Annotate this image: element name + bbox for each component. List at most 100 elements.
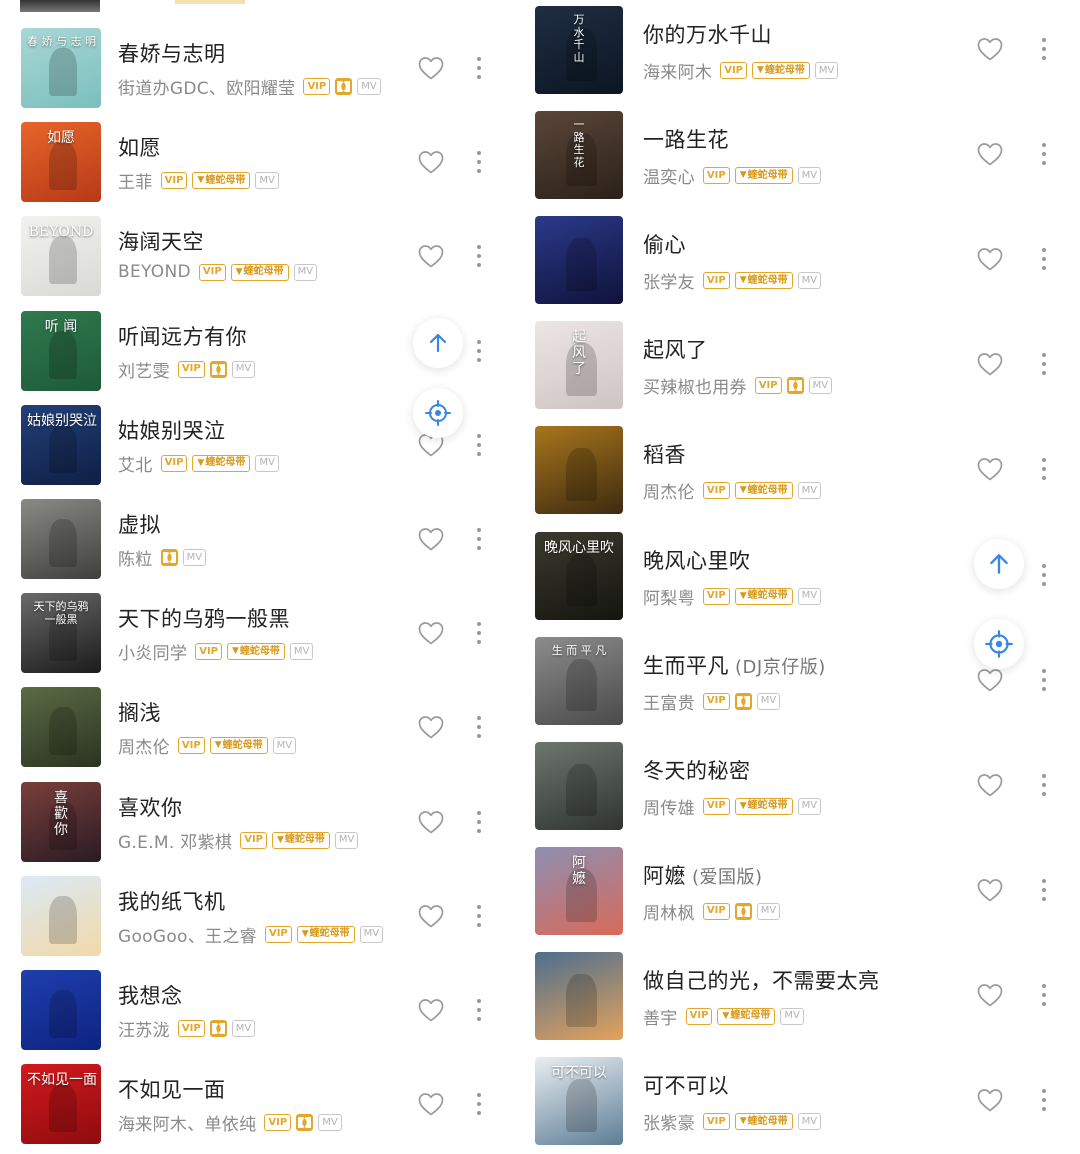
artist-name[interactable]: 张学友 <box>643 268 695 293</box>
more-options-icon[interactable] <box>476 999 482 1021</box>
song-row[interactable]: 如愿 如愿 王菲 VIP ▼ 蝰蛇母带 MV <box>0 118 510 212</box>
album-cover[interactable]: 生 而 平 凡 <box>535 636 623 725</box>
heart-icon[interactable] <box>417 149 445 175</box>
more-options-icon[interactable] <box>1041 983 1047 1006</box>
album-cover[interactable]: 春 娇 与 志 明 <box>21 28 101 108</box>
album-cover[interactable]: 喜 歡 你 <box>21 781 101 862</box>
album-cover[interactable] <box>535 951 623 1040</box>
artist-name[interactable]: 小炎同学 <box>118 639 187 664</box>
song-row[interactable]: 可不可以 可不可以 张紫豪 VIP ▼ 蝰蛇母带 MV <box>520 1055 1080 1154</box>
artist-name[interactable]: 海来阿木、单依纯 <box>118 1110 256 1135</box>
more-options-icon[interactable] <box>476 528 482 550</box>
artist-name[interactable]: 海来阿木 <box>643 58 712 83</box>
album-cover[interactable]: 起 风 了 <box>535 321 623 410</box>
artist-name[interactable]: 周杰伦 <box>643 478 695 503</box>
artist-name[interactable]: 周杰伦 <box>118 733 170 758</box>
album-cover[interactable] <box>535 216 623 305</box>
album-cover[interactable]: 万 水 千 山 <box>535 6 623 94</box>
heart-icon[interactable] <box>417 809 445 835</box>
song-row[interactable]: 虚拟 陈粒 MV <box>0 495 510 589</box>
heart-icon[interactable] <box>417 55 445 81</box>
album-cover[interactable]: 姑娘别哭泣 <box>21 404 101 485</box>
heart-icon[interactable] <box>417 903 445 929</box>
more-options-icon[interactable] <box>476 339 482 362</box>
heart-icon[interactable] <box>976 351 1004 377</box>
more-options-icon[interactable] <box>476 433 482 456</box>
song-row[interactable]: 搁浅 周杰伦 VIP ▼ 蝰蛇母带 MV <box>0 683 510 777</box>
heart-icon[interactable] <box>417 526 445 552</box>
album-cover[interactable]: 不如见一面 <box>21 1064 101 1145</box>
artist-name[interactable]: 刘艺雯 <box>118 357 170 382</box>
artist-name[interactable]: 周传雄 <box>643 794 695 819</box>
album-cover[interactable]: 可不可以 <box>535 1057 623 1145</box>
song-row[interactable]: 偷心 张学友 VIP ▼ 蝰蛇母带 MV <box>520 214 1080 319</box>
locate-playing-button-right[interactable] <box>974 619 1024 669</box>
album-cover[interactable]: 听 闻 <box>21 310 101 391</box>
album-cover[interactable]: 如愿 <box>21 122 101 203</box>
song-row[interactable]: 天下的乌鸦 一般黑 天下的乌鸦一般黑 小炎同学 VIP ▼ 蝰蛇母带 MV <box>0 589 510 683</box>
album-cover[interactable]: 晚风心里吹 <box>535 531 623 620</box>
heart-icon[interactable] <box>976 877 1004 903</box>
heart-icon[interactable] <box>417 243 445 269</box>
song-row[interactable]: 一 路 生 花一路生花 温奕心 VIP ▼ 蝰蛇母带 MV <box>520 109 1080 214</box>
artist-name[interactable]: G.E.M. 邓紫棋 <box>118 828 232 853</box>
song-row[interactable]: 春 娇 与 志 明春娇与志明 街道办GDC、欧阳耀莹 VIP MV <box>0 24 510 118</box>
album-cover[interactable]: 天下的乌鸦 一般黑 <box>21 593 101 674</box>
artist-name[interactable]: 张紫豪 <box>643 1109 695 1134</box>
more-options-icon[interactable] <box>1041 458 1047 481</box>
heart-icon[interactable] <box>976 246 1004 272</box>
more-options-icon[interactable] <box>1041 1089 1047 1111</box>
song-row[interactable]: 稻香 周杰伦 VIP ▼ 蝰蛇母带 MV <box>520 424 1080 529</box>
song-row[interactable]: 我想念 汪苏泷 VIP MV <box>0 966 510 1060</box>
album-cover[interactable]: 阿 嬷 <box>535 846 623 935</box>
artist-name[interactable]: 陈粒 <box>118 545 153 570</box>
heart-icon[interactable] <box>976 667 1004 693</box>
more-options-icon[interactable] <box>476 57 482 79</box>
song-row[interactable]: 喜 歡 你喜欢你 G.E.M. 邓紫棋 VIP ▼ 蝰蛇母带 MV <box>0 778 510 872</box>
artist-name[interactable]: 温奕心 <box>643 163 695 188</box>
album-cover[interactable] <box>21 687 101 768</box>
artist-name[interactable]: 街道办GDC、欧阳耀莹 <box>118 74 295 99</box>
locate-playing-button[interactable] <box>413 388 463 438</box>
album-cover[interactable] <box>21 970 101 1050</box>
artist-name[interactable]: 善宇 <box>643 1004 678 1029</box>
more-options-icon[interactable] <box>476 151 482 174</box>
song-row[interactable]: 做自己的光，不需要太亮 善宇 VIP ▼ 蝰蛇母带 MV <box>520 950 1080 1055</box>
more-options-icon[interactable] <box>1041 563 1047 586</box>
more-options-icon[interactable] <box>476 904 482 927</box>
song-row[interactable]: 万 水 千 山你的万水千山 海来阿木 VIP ▼ 蝰蛇母带 MV <box>520 4 1080 109</box>
more-options-icon[interactable] <box>476 1093 482 1116</box>
song-row[interactable]: BEYOND 海阔天空 BEYOND VIP ▼ 蝰蛇母带 MV <box>0 212 510 306</box>
song-row[interactable]: 阿 嬷 阿嬷 (爱国版) 周林枫 VIP MV <box>520 845 1080 950</box>
artist-name[interactable]: 王菲 <box>118 168 153 193</box>
artist-name[interactable]: 王富贵 <box>643 689 695 714</box>
artist-name[interactable]: 艾北 <box>118 451 153 476</box>
heart-icon[interactable] <box>976 456 1004 482</box>
heart-icon[interactable] <box>976 36 1004 62</box>
more-options-icon[interactable] <box>1041 353 1047 376</box>
album-cover[interactable]: 一 路 生 花 <box>535 111 623 200</box>
more-options-icon[interactable] <box>476 245 482 268</box>
album-cover[interactable] <box>535 426 623 515</box>
song-row[interactable]: 不如见一面 不如见一面 海来阿木、单依纯 VIP MV <box>0 1060 510 1154</box>
album-cover[interactable] <box>21 875 101 956</box>
more-options-icon[interactable] <box>1041 668 1047 691</box>
album-cover[interactable]: BEYOND <box>21 216 101 297</box>
artist-name[interactable]: 周林枫 <box>643 899 695 924</box>
more-options-icon[interactable] <box>1041 248 1047 271</box>
album-cover[interactable] <box>535 741 623 830</box>
song-row[interactable]: 我的纸飞机 GooGoo、王之睿 VIP ▼ 蝰蛇母带 MV <box>0 872 510 966</box>
heart-icon[interactable] <box>417 620 445 646</box>
scroll-to-top-button-right[interactable] <box>974 539 1024 589</box>
more-options-icon[interactable] <box>476 810 482 833</box>
heart-icon[interactable] <box>417 1091 445 1117</box>
heart-icon[interactable] <box>976 772 1004 798</box>
scroll-to-top-button[interactable] <box>413 318 463 368</box>
artist-name[interactable]: BEYOND <box>118 262 191 282</box>
artist-name[interactable]: 买辣椒也用券 <box>643 373 747 398</box>
artist-name[interactable]: 汪苏泷 <box>118 1016 170 1041</box>
more-options-icon[interactable] <box>1041 878 1047 901</box>
more-options-icon[interactable] <box>476 622 482 645</box>
heart-icon[interactable] <box>976 982 1004 1008</box>
more-options-icon[interactable] <box>1041 38 1047 60</box>
